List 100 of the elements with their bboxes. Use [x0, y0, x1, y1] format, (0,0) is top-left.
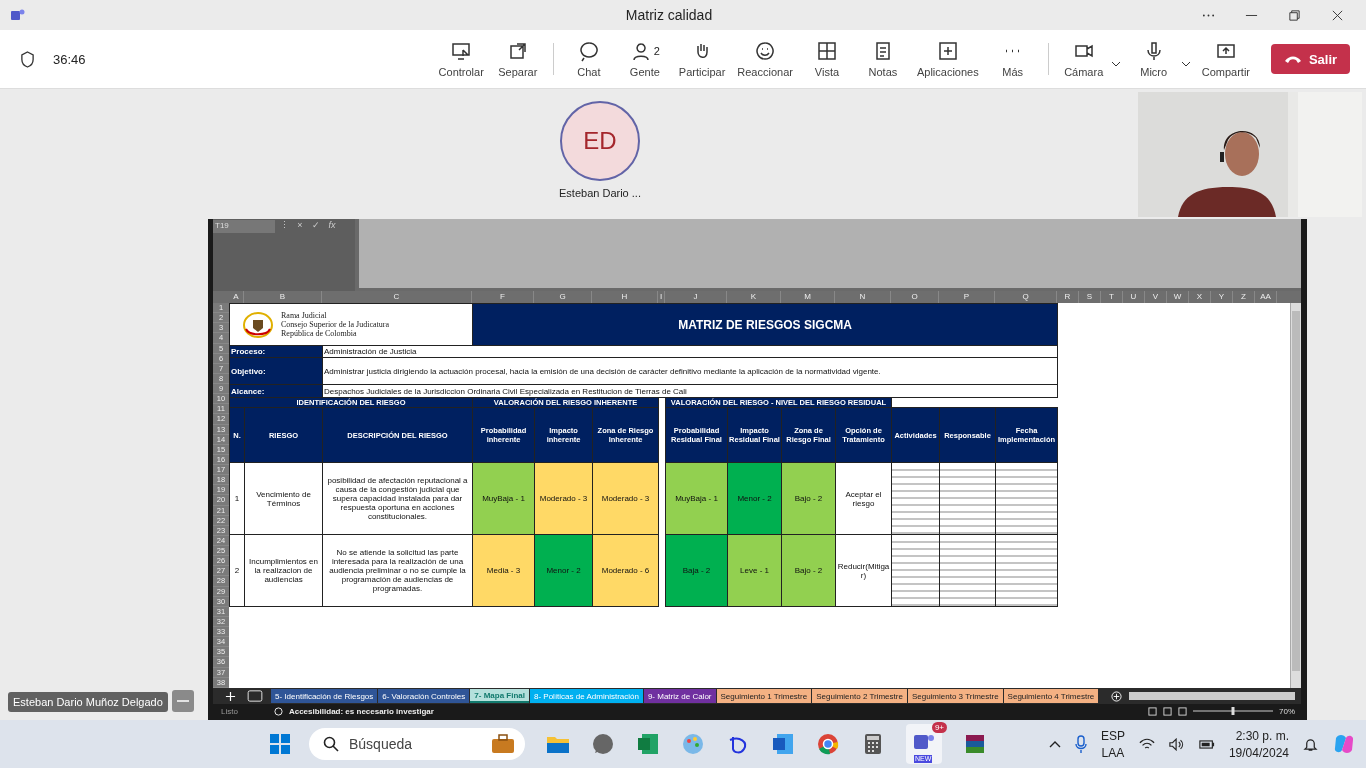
presenter-name: Esteban Dario Muñoz Delgado — [8, 692, 168, 712]
toolbar-button[interactable]: Más — [985, 40, 1040, 78]
meeting-timer: 36:46 — [53, 51, 86, 67]
field-value: Administración de Justicia — [322, 345, 1058, 358]
sheet-tab[interactable]: Seguimiento 3 Trimestre — [907, 689, 1003, 703]
table-cell: Incumplimientos en la realizacion de audiencias — [244, 534, 323, 607]
status-text: Listo — [221, 706, 238, 716]
toolbar-icon — [577, 40, 600, 62]
table-cell: 2 — [229, 534, 245, 607]
toolbar-button[interactable]: Compartir — [1196, 40, 1255, 78]
toolbar-button[interactable]: Reaccionar — [732, 40, 798, 78]
search-field[interactable]: Búsqueda — [309, 728, 525, 760]
field-value: Despachos Judiciales de la Jurisdiccion Ordinaria Civil Especializada en Restitucion de Tierras de Cali — [322, 384, 1058, 398]
toolbar-button[interactable]: Cámara — [1056, 40, 1111, 78]
shield-icon — [20, 50, 35, 68]
slider-thumb[interactable] — [1231, 707, 1235, 715]
bell-icon[interactable] — [1303, 736, 1318, 752]
risk-level-cell: Menor - 2 — [727, 462, 782, 535]
speaker-icon[interactable] — [1168, 737, 1185, 751]
risk-level-cell: Bajo - 2 — [781, 534, 836, 607]
logo-text: República de Colombia — [281, 329, 358, 338]
participant-name: Esteban Dario ... — [559, 187, 641, 199]
field-value: Administrar justicia dirigiendo la actuación procesal, hacia la emisión de una decisión de carácter definitivo mediante la aplicación de la normatividad vigente. — [322, 357, 1058, 385]
language-text[interactable]: ESP — [1100, 728, 1125, 743]
risk-level-cell: Menor - 2 — [534, 534, 593, 607]
toolbar-button[interactable]: Aplicaciones — [911, 40, 984, 78]
clock-time[interactable]: 2:30 p. m. — [1235, 728, 1289, 743]
copilot-icon[interactable] — [1332, 732, 1356, 756]
stacked-books-icon[interactable] — [963, 732, 987, 756]
toolbar-button[interactable]: Micro — [1126, 40, 1181, 78]
risk-level-cell: Bajo - 2 — [781, 462, 836, 535]
briefcase-icon — [491, 734, 515, 754]
minimize-button[interactable] — [171, 690, 194, 712]
vertical-scrollbar[interactable] — [1290, 303, 1301, 688]
table-cell: 1 — [229, 462, 245, 535]
menu-glyph[interactable]: ⋮ — [277, 220, 291, 230]
restore-icon[interactable] — [1288, 8, 1301, 22]
toolbar-button[interactable]: Notas — [855, 40, 910, 78]
sheet-tab[interactable]: 8- Políticas de Administración — [530, 689, 643, 703]
table-cell: No se atiende la solicitud las parte interesada para la realización de una audiencia preliminar o no se cumple la programación de audiencias de programadas. — [322, 534, 473, 607]
leave-button[interactable]: Salir — [1271, 44, 1350, 74]
sheet-tab[interactable]: Seguimiento 4 Trimestre — [1003, 689, 1099, 703]
field-label: Objetivo: — [229, 357, 323, 385]
toolbar-icon — [450, 40, 473, 62]
chevron-down-icon[interactable] — [1180, 61, 1191, 67]
accessibility-icon[interactable] — [273, 706, 283, 716]
keyboard-layout-text[interactable]: LAA — [1101, 745, 1125, 760]
clock-date[interactable]: 19/04/2024 — [1228, 745, 1289, 760]
battery-icon[interactable] — [1198, 738, 1215, 750]
close-icon[interactable] — [1331, 8, 1344, 22]
document-app-icon[interactable] — [771, 732, 795, 756]
avatar: ED — [560, 101, 640, 181]
toolbar-button[interactable]: Chat — [561, 40, 616, 78]
name-box[interactable]: T19 — [213, 220, 275, 233]
frame-icon[interactable] — [247, 690, 263, 702]
sheet-tab[interactable]: 6- Valoración Controles — [378, 689, 470, 703]
sheet-tab[interactable]: Seguimiento 1 Trimestre — [716, 689, 812, 703]
windows-logo-icon[interactable] — [268, 732, 292, 756]
formula-bar-field[interactable] — [359, 219, 1301, 288]
risk-level-cell: Moderado - 3 — [534, 462, 593, 535]
search-icon — [323, 736, 339, 752]
sheet-tab[interactable]: 7- Mapa Final — [470, 689, 529, 703]
chat-bubble-icon[interactable] — [591, 732, 615, 756]
sheet-tab[interactable]: 5- Identificación de Riesgos — [271, 689, 378, 703]
cancel-glyph[interactable]: × — [293, 220, 307, 230]
chevron-down-icon[interactable] — [1110, 61, 1121, 67]
teams-logo-icon — [10, 7, 26, 23]
window-title: Matriz calidad — [625, 7, 713, 23]
zoom-level[interactable]: 70% — [1279, 706, 1295, 716]
accessibility-status[interactable]: Accesibilidad: es necesario investigar — [288, 706, 434, 716]
chevron-up-icon[interactable] — [1048, 740, 1061, 748]
notification-badge: 9+ — [931, 722, 947, 733]
toolbar-icon — [815, 40, 838, 62]
add-circle-icon[interactable] — [1111, 690, 1123, 702]
zoom-slider[interactable] — [1193, 707, 1273, 715]
table-cell: Reducir(Mitigar) — [835, 534, 892, 607]
toolbar-button[interactable]: Participar — [673, 40, 731, 78]
browser-icon[interactable] — [816, 732, 840, 756]
spreadsheet-app-icon[interactable] — [636, 732, 660, 756]
logo-text: Rama Judicial — [281, 311, 328, 320]
wifi-icon[interactable] — [1138, 737, 1155, 751]
toolbar-button[interactable]: 2 Gente — [617, 40, 672, 78]
table-cell: posibilidad de afectación reputacional a causa de la congestión judicial que supera capacidad instalada para dar respuesta oportuna en acciones constitucionales. — [322, 462, 473, 535]
palette-icon[interactable] — [681, 732, 705, 756]
toolbar-button[interactable]: Vista — [799, 40, 854, 78]
toolbar-button[interactable]: Separar — [490, 40, 545, 78]
sheet-tab[interactable]: 9- Matriz de Calor — [643, 689, 716, 703]
risk-level-cell: Moderado - 3 — [592, 462, 659, 535]
sheet-title: MATRIZ DE RIESGOS SIGCMA — [472, 303, 1058, 346]
phone-icon — [1283, 54, 1302, 64]
add-sheet-icon[interactable] — [225, 690, 236, 702]
function-glyph[interactable]: fx — [325, 220, 339, 230]
sheet-tab[interactable]: Seguimiento 2 Trimestre — [812, 689, 907, 703]
risk-level-cell: MuyBaja - 1 — [472, 462, 535, 535]
toolbar-icon — [936, 40, 959, 62]
horizontal-scrollbar[interactable] — [1129, 692, 1295, 700]
enter-glyph[interactable]: ✓ — [309, 220, 323, 230]
logo-text: Consejo Superior de la Judicatura — [281, 320, 389, 329]
microphone-icon[interactable] — [1074, 735, 1087, 753]
toolbar-button[interactable]: Controlar — [433, 40, 489, 78]
